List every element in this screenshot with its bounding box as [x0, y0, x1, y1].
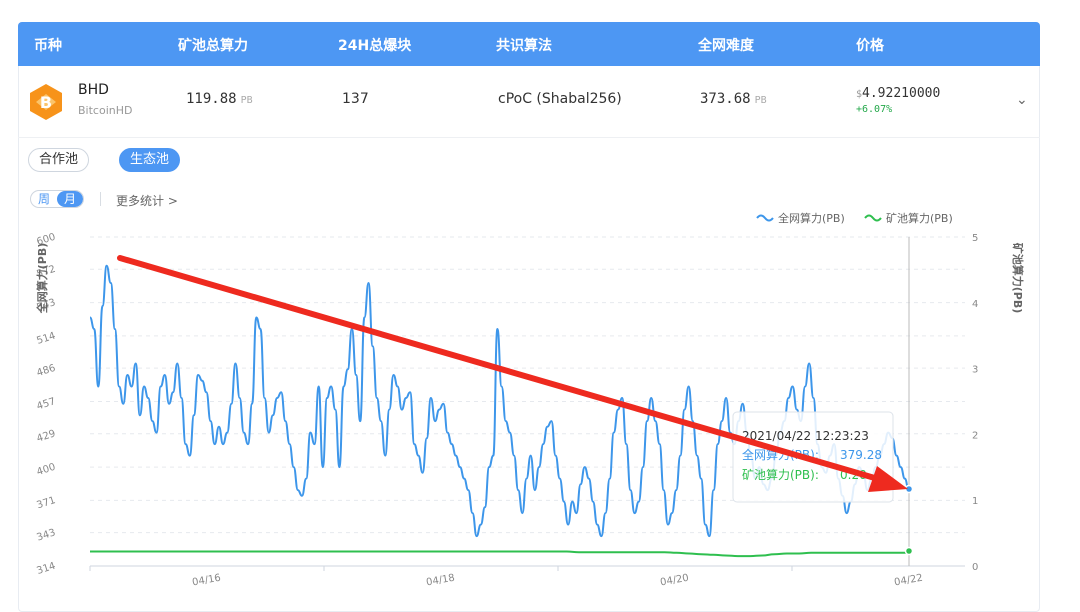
legend-pool[interactable]: 矿池算力(PB) — [886, 211, 953, 225]
pool-point-marker — [904, 546, 914, 556]
legend-network[interactable]: 全网算力(PB) — [778, 211, 845, 225]
pool-hashrate-line — [90, 550, 909, 558]
right-tick-label: 0 — [972, 562, 978, 573]
tooltip-time: 2021/04/22 12:23:23 — [742, 429, 869, 443]
left-tick-label: 371 — [35, 495, 57, 511]
x-tick-label: 04/18 — [425, 573, 455, 589]
legend-pool-icon — [864, 214, 882, 222]
left-tick-label: 400 — [35, 462, 57, 478]
legend: 全网算力(PB) 矿池算力(PB) — [756, 211, 953, 225]
right-tick-label: 1 — [972, 496, 978, 507]
tooltip-pool-label: 矿池算力(PB): — [742, 467, 819, 482]
left-tick-label: 457 — [35, 396, 57, 412]
right-tick-label: 3 — [972, 365, 978, 376]
right-tick-label: 5 — [972, 233, 978, 244]
left-tick-label: 486 — [35, 363, 57, 379]
hashrate-chart: 314343371400429457486514543572600 012345… — [35, 211, 1025, 589]
right-tick-label: 4 — [972, 299, 978, 310]
x-tick-label: 04/20 — [659, 573, 689, 589]
left-tick-label: 343 — [35, 527, 57, 543]
right-tick-label: 2 — [972, 430, 978, 441]
left-tick-label: 314 — [35, 561, 57, 577]
left-tick-label: 514 — [35, 331, 57, 347]
x-tick-label: 04/22 — [893, 573, 923, 589]
legend-network-icon — [756, 214, 774, 222]
right-axis-label: 矿池算力(PB) — [1011, 243, 1025, 314]
x-tick-label: 04/16 — [191, 573, 221, 589]
left-tick-label: 429 — [35, 428, 57, 444]
tooltip-network-value: 379.28 — [840, 448, 882, 462]
left-axis-label: 全网算力(PB) — [35, 243, 49, 315]
